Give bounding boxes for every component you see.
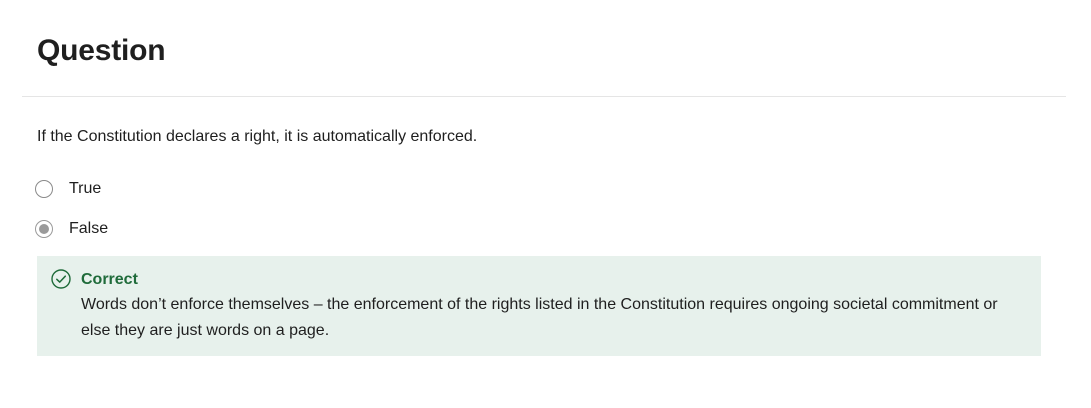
radio-button-false[interactable]: [35, 220, 53, 238]
feedback-panel: Correct Words don’t enforce themselves –…: [37, 256, 1041, 356]
option-label-true: True: [69, 180, 102, 197]
check-circle-icon: [51, 269, 71, 289]
option-true[interactable]: True: [35, 178, 101, 200]
divider: [22, 96, 1066, 97]
option-false[interactable]: False: [35, 218, 108, 240]
feedback-heading: Correct: [81, 271, 138, 288]
question-prompt: If the Constitution declares a right, it…: [37, 128, 478, 145]
option-label-false: False: [69, 220, 109, 237]
feedback-text: Words don’t enforce themselves – the enf…: [81, 296, 998, 339]
question-page: Question If the Constitution declares a …: [0, 0, 1091, 408]
page-title: Question: [37, 34, 166, 67]
radio-button-true[interactable]: [35, 180, 53, 198]
